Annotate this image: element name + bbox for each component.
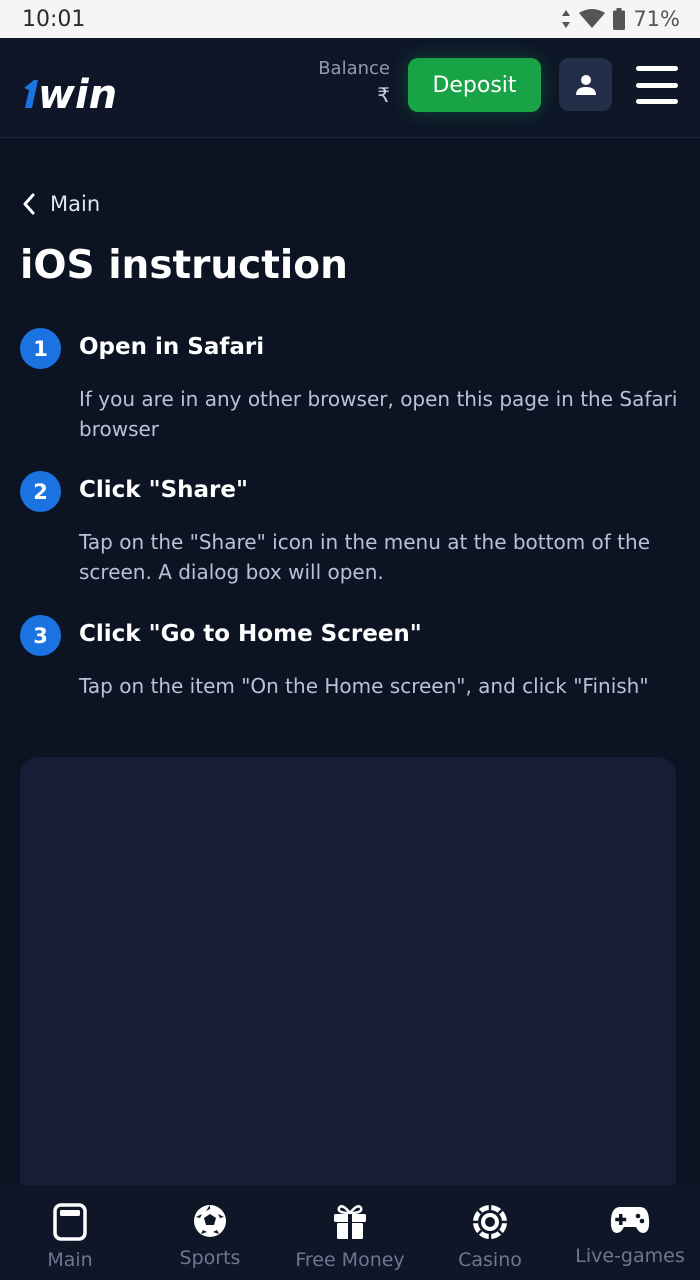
svg-text:win: win: [38, 72, 117, 114]
step-number-badge: 2: [20, 471, 61, 512]
menu-bar: [636, 66, 678, 71]
menu-bar: [636, 99, 678, 104]
battery-percent: 71%: [633, 7, 680, 31]
balance-label: Balance: [318, 58, 390, 79]
nav-label: Live-games: [575, 1245, 685, 1267]
app-header: win 1win Balance ₹ Deposit: [0, 38, 700, 138]
nav-item-free-money[interactable]: Free Money: [280, 1185, 420, 1280]
balance-block: Balance ₹: [318, 58, 390, 107]
casino-chip-icon: [473, 1205, 507, 1239]
nav-label: Free Money: [295, 1249, 405, 1271]
status-icons: 71%: [561, 7, 680, 31]
step-number-badge: 3: [20, 615, 61, 656]
wifi-icon: [579, 9, 606, 28]
nav-item-live-games[interactable]: Live-games: [560, 1185, 700, 1280]
step-description: Tap on the "Share" icon in the menu at t…: [79, 530, 651, 584]
nav-item-casino[interactable]: Casino: [420, 1185, 560, 1280]
gamepad-icon: [610, 1207, 650, 1233]
balance-value: ₹: [377, 83, 390, 107]
user-icon: [575, 74, 596, 95]
status-time: 10:01: [22, 6, 86, 32]
step-description: Tap on the item "On the Home screen", an…: [79, 674, 649, 698]
profile-button[interactable]: [559, 58, 612, 111]
soccer-ball-icon: [194, 1205, 226, 1237]
chevron-left-icon: [23, 193, 35, 215]
page-title: iOS instruction: [20, 243, 348, 288]
step-title: Open in Safari: [79, 334, 265, 360]
gift-icon: [334, 1205, 366, 1239]
menu-bar: [636, 82, 678, 88]
nav-label: Main: [47, 1249, 93, 1271]
nav-label: Casino: [458, 1249, 522, 1271]
deposit-button[interactable]: Deposit: [408, 58, 541, 112]
step-number-badge: 1: [20, 328, 61, 369]
back-to-main-link[interactable]: Main: [22, 192, 100, 216]
instruction-image-panel: [20, 757, 676, 1197]
step-title: Click "Go to Home Screen": [79, 621, 422, 647]
main-icon: [53, 1203, 87, 1241]
nav-label: Sports: [179, 1247, 241, 1269]
hamburger-menu-button[interactable]: [636, 66, 678, 104]
status-bar: 10:01 71%: [0, 0, 700, 38]
brand-logo[interactable]: win 1win: [20, 66, 144, 114]
back-link-label: Main: [50, 192, 101, 216]
data-arrows-icon: [562, 10, 571, 28]
nav-item-sports[interactable]: Sports: [140, 1185, 280, 1280]
bottom-navigation: Main Sports Free Money Casino Live-games: [0, 1185, 700, 1280]
battery-icon: [613, 8, 626, 30]
nav-item-main[interactable]: Main: [0, 1185, 140, 1280]
step-description: If you are in any other browser, open th…: [79, 387, 678, 441]
step-title: Click "Share": [79, 477, 248, 503]
